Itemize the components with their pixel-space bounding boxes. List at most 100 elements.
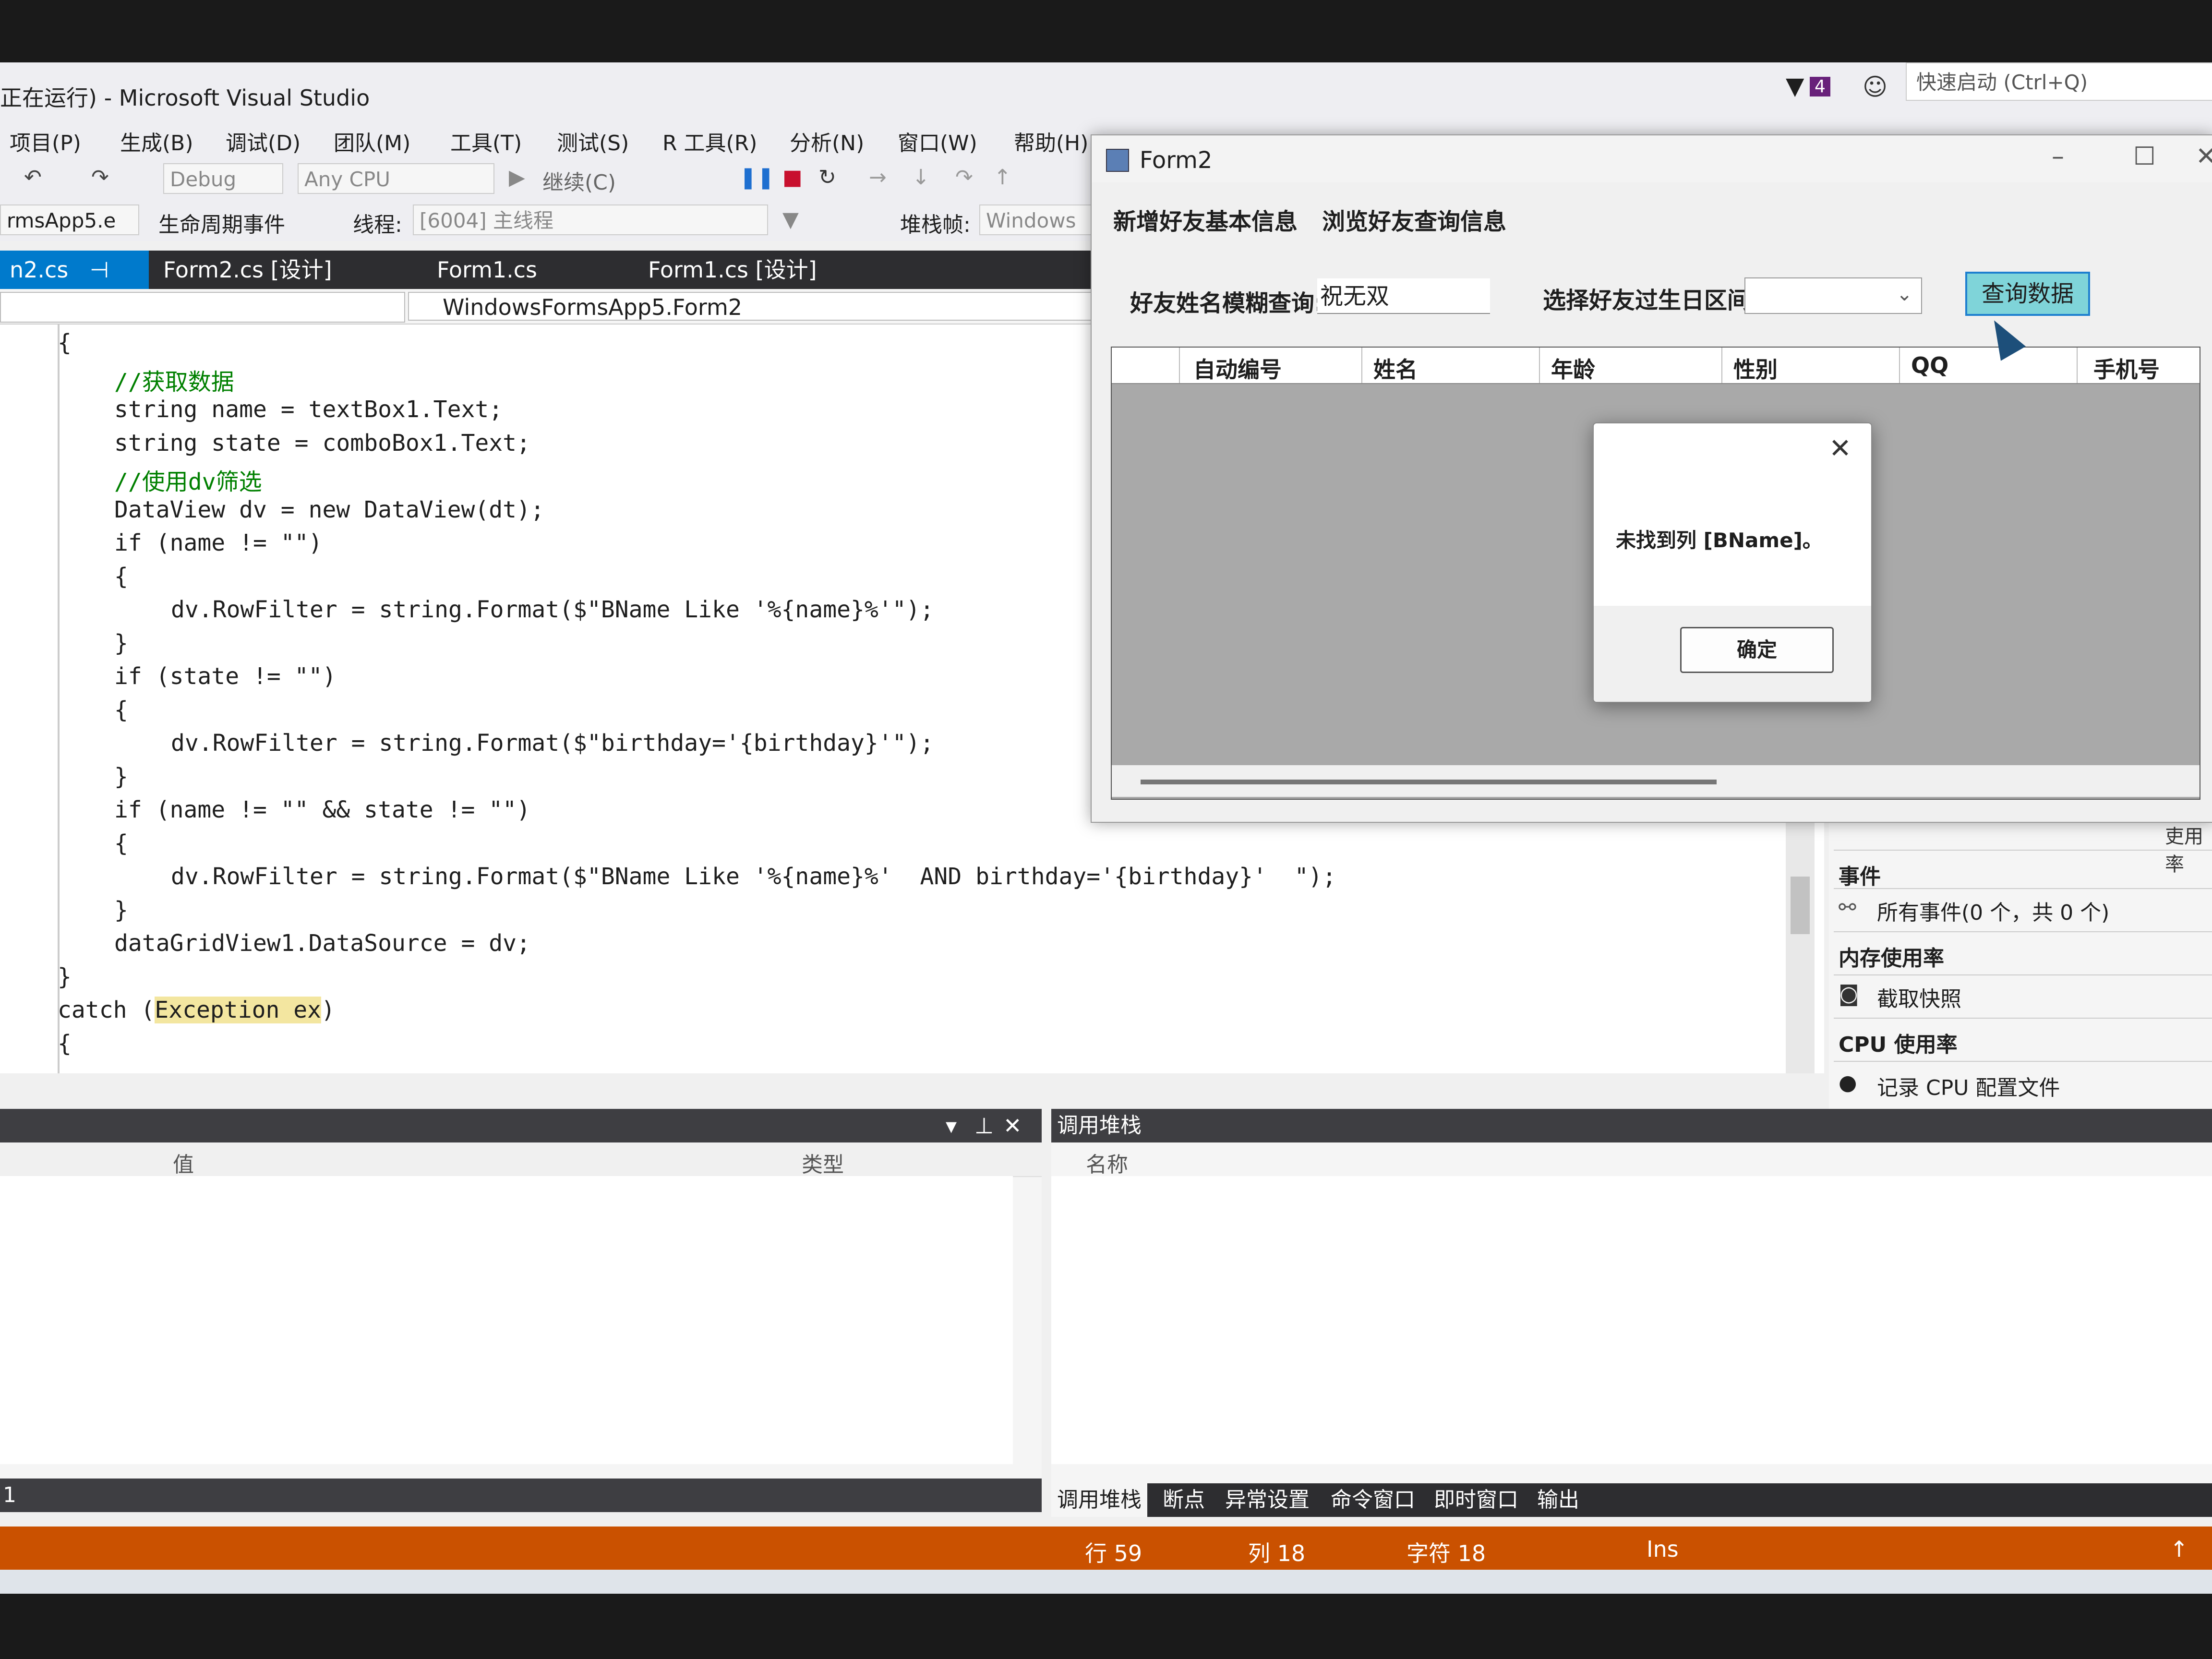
step-into-icon[interactable]: ↓ — [912, 165, 930, 190]
pin-icon[interactable]: ⊥ — [974, 1113, 994, 1139]
continue-icon[interactable]: ▶ — [509, 165, 525, 190]
scroll-thumb[interactable] — [1791, 877, 1810, 934]
notification-filter-icon[interactable]: ▼ 4 — [1786, 72, 1843, 106]
menu-project[interactable]: 项目(P) — [10, 126, 81, 156]
col-name[interactable]: 名称 — [1086, 1147, 1128, 1178]
menu-r-tools[interactable]: R 工具(R) — [662, 126, 757, 156]
type-dropdown[interactable]: WindowsFormsApp5.Form2 — [408, 292, 1128, 321]
undo-icon[interactable]: ↶ — [24, 165, 42, 190]
code-line: dv.RowFilter = string.Format($"BName Lik… — [171, 596, 934, 623]
scroll-thumb[interactable] — [1141, 780, 1717, 784]
process-select[interactable]: rmsApp5.e — [0, 204, 139, 235]
redo-icon[interactable]: ↷ — [91, 165, 109, 190]
code-line: { — [114, 563, 128, 590]
minimize-icon[interactable]: – — [2052, 142, 2064, 171]
platform-select[interactable]: Any CPU — [298, 163, 494, 194]
name-search-input[interactable]: 祝无双 — [1317, 278, 1490, 314]
status-mode: Ins — [1647, 1536, 1679, 1562]
tab-form1-design[interactable]: Form1.cs [设计] — [638, 251, 840, 289]
step-back-icon[interactable]: ↷ — [955, 165, 973, 190]
continue-button[interactable]: 继续(C) — [542, 165, 616, 196]
events-row[interactable]: 所有事件(0 个，共 0 个) — [1877, 895, 2109, 926]
vs-title-bar: 正在运行) - Microsoft Visual Studio ▼ 4 ☺ 快速启… — [0, 62, 2212, 120]
close-icon[interactable]: ✕ — [1829, 433, 1851, 464]
chevron-down-icon: ⌄ — [1896, 283, 1912, 305]
birthday-label: 选择好友过生日区间: — [1543, 287, 1760, 314]
menu-window[interactable]: 窗口(W) — [898, 126, 977, 156]
menu-add-friend[interactable]: 新增好友基本信息 — [1113, 203, 1298, 236]
record-cpu-button[interactable]: 记录 CPU 配置文件 — [1877, 1070, 2060, 1101]
windows-taskbar: ⊞ ⚲ ❐ ★ ● W ▆ ◔ ▣ ➤ ✂ ◭ ☻ ▶ ▤ ⌃ ☁ W ⛉ 中 … — [0, 1570, 2212, 1594]
publish-icon[interactable]: ↑ — [2170, 1536, 2188, 1562]
tab-immediate-window[interactable]: 即时窗口 — [1428, 1483, 1524, 1517]
col-type[interactable]: 类型 — [802, 1147, 844, 1178]
restart-icon[interactable]: ↻ — [818, 165, 836, 190]
pin-icon[interactable]: ⊣ — [90, 257, 109, 283]
menu-help[interactable]: 帮助(H) — [1014, 126, 1088, 156]
divider — [1834, 1061, 2212, 1062]
tab-command-window[interactable]: 命令窗口 — [1325, 1483, 1421, 1517]
snapshot-button[interactable]: 截取快照 — [1877, 982, 1961, 1012]
diag-clipped-label: 吏用率 — [2165, 826, 2203, 876]
tab-call-stack[interactable]: 调用堆栈 — [1051, 1483, 1147, 1517]
filter-icon[interactable]: ▼ — [782, 207, 799, 232]
error-message: 未找到列 [BName]。 — [1616, 529, 1823, 552]
thread-select[interactable]: [6004] 主线程 — [413, 204, 768, 235]
step-over-icon[interactable]: → — [869, 165, 887, 190]
memory-header: 内存使用率 — [1839, 946, 1944, 971]
ok-button[interactable]: 确定 — [1680, 627, 1834, 673]
code-line: } — [114, 896, 128, 924]
thread-label: 线程: — [353, 213, 402, 237]
menu-build[interactable]: 生成(B) — [120, 126, 193, 156]
tab-breakpoints[interactable]: 断点 — [1157, 1483, 1211, 1517]
code-line: if (state != "") — [114, 663, 337, 690]
col-name[interactable]: 姓名 — [1373, 352, 1418, 384]
dropdown-icon[interactable]: ▾ — [946, 1113, 957, 1139]
divider — [1834, 974, 2212, 975]
tab-form1-cs[interactable]: Form1.cs — [427, 251, 571, 289]
quick-launch-input[interactable]: 快速启动 (Ctrl+Q) — [1906, 62, 2212, 101]
stack-frame-select[interactable]: Windows — [979, 204, 1094, 235]
col-qq[interactable]: QQ — [1911, 352, 1948, 378]
form-app-icon — [1106, 149, 1129, 172]
col-gender[interactable]: 性别 — [1733, 352, 1778, 384]
maximize-icon[interactable]: ☐ — [2133, 142, 2156, 171]
col-value[interactable]: 值 — [173, 1147, 194, 1178]
col-auto-id[interactable]: 自动编号 — [1193, 352, 1282, 384]
code-line: string state = comboBox1.Text; — [114, 429, 530, 457]
lifecycle-events-button[interactable]: 生命周期事件 — [158, 207, 285, 238]
code-line: DataView dv = new DataView(dt); — [114, 496, 544, 523]
column-divider — [1721, 348, 1722, 383]
tab-form2-design[interactable]: Form2.cs [设计] — [154, 251, 355, 289]
pause-icon[interactable]: ❚❚ — [739, 165, 775, 190]
menu-team[interactable]: 团队(M) — [334, 126, 410, 156]
feedback-icon[interactable]: ☺ — [1863, 73, 1887, 101]
query-data-button[interactable]: 查询数据 — [1965, 272, 2090, 316]
step-out-icon[interactable]: ↑ — [994, 165, 1011, 190]
stack-frame-label: 堆栈帧: — [900, 213, 971, 237]
close-icon[interactable]: ✕ — [1003, 1113, 1022, 1139]
grid-horizontal-scrollbar[interactable] — [1112, 765, 2200, 797]
menu-tools[interactable]: 工具(T) — [450, 126, 522, 156]
col-age[interactable]: 年龄 — [1551, 352, 1595, 384]
birthday-range-select[interactable]: ⌄ — [1744, 277, 1922, 314]
code-line: if (name != "") — [114, 529, 323, 556]
menu-analyze[interactable]: 分析(N) — [790, 126, 864, 156]
tab-exception-settings[interactable]: 异常设置 — [1219, 1483, 1315, 1517]
call-stack-body[interactable] — [1051, 1176, 2212, 1464]
tab-output[interactable]: 输出 — [1531, 1483, 1585, 1517]
column-divider — [1361, 348, 1362, 383]
code-line: { — [114, 696, 128, 723]
column-divider — [1539, 348, 1540, 383]
close-icon[interactable]: ✕ — [2196, 142, 2212, 171]
config-select[interactable]: Debug — [163, 163, 283, 194]
menu-browse-friends[interactable]: 浏览好友查询信息 — [1322, 203, 1506, 236]
col-phone[interactable]: 手机号 — [2093, 352, 2160, 384]
menu-debug[interactable]: 调试(D) — [226, 126, 301, 156]
project-dropdown[interactable] — [0, 292, 405, 323]
error-message-box: ✕ 未找到列 [BName]。 确定 — [1593, 422, 1872, 703]
stop-icon[interactable]: ■ — [782, 165, 803, 190]
locals-body[interactable] — [0, 1176, 1013, 1464]
tab-form2-cs[interactable]: n2.cs ⊣ ✕ — [0, 251, 149, 321]
menu-test[interactable]: 测试(S) — [557, 126, 629, 156]
